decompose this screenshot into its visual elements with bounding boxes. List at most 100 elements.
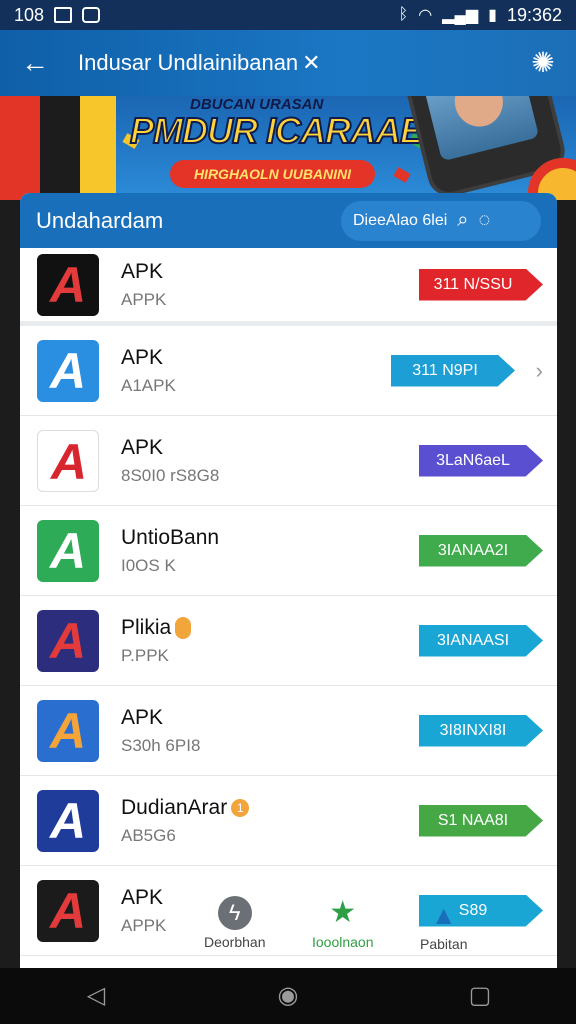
- app-name: APK: [121, 436, 219, 460]
- message-icon: [82, 7, 101, 23]
- app-text: APK A1APK: [121, 346, 176, 396]
- app-logo-icon: A: [37, 879, 99, 942]
- list-item[interactable]: A APK APPK 311 N/SSU: [20, 248, 557, 326]
- app-name: Plikia: [121, 615, 192, 640]
- app-name: APK: [121, 346, 176, 370]
- app-action-button[interactable]: 3I8INXI8I: [419, 714, 543, 747]
- app-logo-icon: A: [37, 609, 99, 672]
- wifi-icon: ◠: [418, 7, 433, 24]
- app-text: UntioBann I0OS K: [121, 526, 219, 576]
- banner-stripe-black: [40, 96, 80, 200]
- list-item[interactable]: A Plikia P.PPK 3IANAASI: [20, 596, 557, 686]
- app-subtitle: APPK: [121, 289, 167, 309]
- messenger-icon: ϟ: [217, 896, 252, 930]
- app-name: DudianArar 1: [121, 795, 250, 820]
- app-text: APK S30h 6PI8: [121, 706, 200, 756]
- list-item[interactable]: A APK 8S0I0 rS8G8 3LaN6aeL: [20, 416, 557, 506]
- app-list: A APK APPK 311 N/SSU A APK A1APK 311 N9PI › A APK 8…: [20, 248, 557, 956]
- app-name-text: DudianArar: [121, 795, 228, 819]
- app-text: APK APPK: [121, 886, 166, 936]
- banner-ribbon: HIRGHAOLN UUBANINI: [170, 160, 375, 188]
- search-text: DieeAlao 6lei: [353, 211, 448, 229]
- list-item[interactable]: A APK S30h 6PI8 3I8INXI8I: [20, 686, 557, 776]
- card-header: Undahardam DieeAlao 6lei ⌕ ◌: [20, 193, 557, 248]
- app-name: APK: [121, 260, 166, 284]
- app-action-button[interactable]: 311 N/SSU: [419, 268, 543, 301]
- app-action-button[interactable]: 3IANAA2I: [419, 534, 543, 567]
- recents-square-icon[interactable]: ▢: [460, 976, 500, 1016]
- app-name-text: APK: [121, 435, 164, 459]
- status-bar: 108 ᛒ ◠ ▂▄▆ ▮ 19:362: [0, 0, 576, 30]
- nav-label: Deorbhan: [204, 934, 266, 950]
- bluetooth-icon: ᛒ: [398, 6, 409, 23]
- app-name-text: APK: [121, 885, 164, 909]
- app-subtitle: A1APK: [121, 375, 176, 395]
- app-logo-icon: A: [37, 519, 99, 582]
- app-store-icon: ▲: [430, 900, 457, 930]
- app-name: UntioBann: [121, 526, 219, 550]
- app-action-button[interactable]: S1 NAA8I: [419, 804, 543, 837]
- app-logo-icon: A: [37, 699, 99, 762]
- app-name-text: APK: [121, 259, 164, 283]
- star-icon: ★: [329, 896, 357, 929]
- arrow-left-icon[interactable]: ←: [18, 46, 52, 80]
- app-subtitle: 8S0I0 rS8G8: [121, 465, 220, 485]
- app-text: APK APPK: [121, 260, 166, 310]
- app-logo-icon: A: [37, 339, 99, 402]
- promo-banner[interactable]: DBUCAN URASAN PMDUR ICARAAE ! HIRGHAOLN …: [0, 96, 576, 200]
- nav-item-deorbhan[interactable]: ϟ Deorbhan: [204, 896, 266, 950]
- signal-icon: ▂▄▆: [442, 7, 479, 24]
- system-nav-bar: ◁ ◉ ▢: [0, 968, 576, 1024]
- home-circle-icon[interactable]: ◉: [268, 976, 308, 1016]
- app-title: Indusar Undlainibanan: [78, 50, 299, 75]
- status-left-text: 108: [14, 4, 45, 25]
- banner-stripe-yellow: [80, 96, 116, 200]
- card-title: Undahardam: [36, 207, 164, 233]
- list-item[interactable]: A APK APPK S89: [20, 866, 557, 956]
- app-name-text: APK: [121, 705, 164, 729]
- app-subtitle: APPK: [121, 915, 167, 935]
- battery-icon: ▮: [488, 7, 497, 24]
- nav-item-pabitan[interactable]: ▲ Pabitan: [420, 898, 467, 952]
- gear-icon[interactable]: ✺: [528, 48, 558, 78]
- app-subtitle: AB5G6: [121, 825, 176, 845]
- confetti-shape: [393, 167, 411, 183]
- app-name: APK: [121, 706, 200, 730]
- app-list-card: Undahardam DieeAlao 6lei ⌕ ◌ A APK APPK 311…: [20, 193, 557, 968]
- banner-headline: PMDUR ICARAAE !: [129, 109, 445, 152]
- app-name-text: UntioBann: [121, 525, 220, 549]
- app-logo-icon: A: [37, 789, 99, 852]
- app-name-text: Plikia: [121, 615, 172, 639]
- app-logo-icon: A: [37, 429, 99, 492]
- back-triangle-icon[interactable]: ◁: [76, 976, 116, 1016]
- search-icon[interactable]: ⌕: [457, 209, 468, 232]
- chat-icon[interactable]: ◌: [478, 209, 490, 232]
- app-bar: ← Indusar Undlainibanan ✕: [0, 30, 576, 96]
- nav-label: Iooolnaon: [312, 934, 374, 950]
- badge-dot-icon: [175, 616, 192, 639]
- app-action-button[interactable]: 3IANAASI: [419, 624, 543, 657]
- app-text: DudianArar 1 AB5G6: [121, 795, 250, 846]
- app-name: APK: [121, 886, 166, 910]
- list-item[interactable]: A DudianArar 1 AB5G6 S1 NAA8I: [20, 776, 557, 866]
- badge-coin-icon: 1: [231, 798, 250, 817]
- app-subtitle: S30h 6PI8: [121, 735, 201, 755]
- app-text: APK 8S0I0 rS8G8: [121, 436, 219, 486]
- app-action-button[interactable]: 3LaN6aeL: [419, 444, 543, 477]
- gallery-icon: [54, 7, 73, 23]
- list-item[interactable]: A APK A1APK 311 N9PI ›: [20, 326, 557, 416]
- app-subtitle: P.PPK: [121, 645, 169, 665]
- app-logo-icon: A: [37, 253, 99, 316]
- app-action-button[interactable]: 311 N9PI: [391, 354, 515, 387]
- search-bar[interactable]: DieeAlao 6lei ⌕ ◌: [341, 200, 541, 241]
- chevron-right-icon[interactable]: ›: [536, 358, 543, 384]
- app-text: Plikia P.PPK: [121, 615, 192, 666]
- title-close-mark[interactable]: ✕: [302, 50, 320, 76]
- banner-stripe-red: [0, 96, 40, 200]
- status-time: 19:362: [506, 4, 562, 25]
- app-name-text: APK: [121, 345, 164, 369]
- nav-item-iooolnaon[interactable]: ★ Iooolnaon: [312, 896, 374, 950]
- app-subtitle: I0OS K: [121, 555, 176, 575]
- list-item[interactable]: A UntioBann I0OS K 3IANAA2I: [20, 506, 557, 596]
- nav-label: Pabitan: [420, 936, 468, 952]
